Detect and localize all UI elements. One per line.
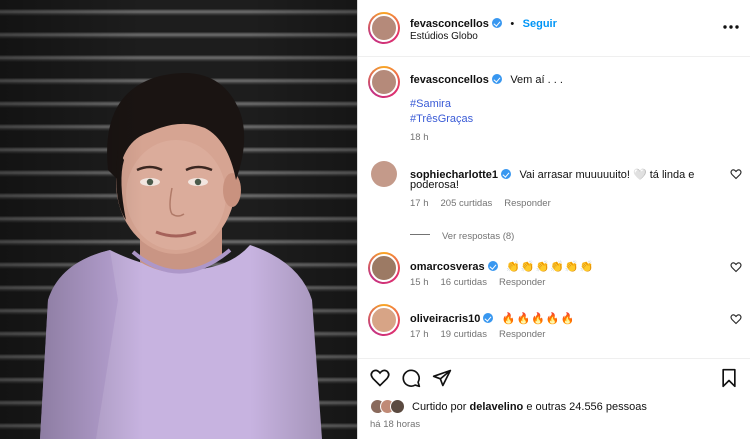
caption-text: Vem aí . . .	[510, 74, 563, 86]
commenter-avatar[interactable]	[368, 252, 400, 284]
comment-like-heart-icon[interactable]	[730, 168, 742, 180]
comment-username[interactable]: omarcosveras	[410, 261, 485, 273]
heart-icon[interactable]	[370, 368, 390, 388]
verified-icon	[483, 313, 494, 323]
comment-meta: 17 h 19 curtidas Responder	[410, 329, 557, 340]
reply-button[interactable]: Responder	[499, 329, 545, 340]
hashtag-link[interactable]: #Samira	[410, 98, 451, 110]
author-username[interactable]: fevasconcellos	[410, 18, 489, 30]
post-side-panel: fevasconcellos • Seguir Estúdios Globo f…	[357, 0, 750, 439]
caption-username[interactable]: fevasconcellos	[410, 74, 489, 86]
comment-text: Vai arrasar muuuuuito! 🤍 tá linda e	[519, 169, 695, 181]
comment-text: 👏👏👏👏👏👏	[506, 261, 595, 273]
verified-icon	[491, 18, 502, 28]
likes-summary: Curtido por delavelino e outras 24.556 p…	[412, 401, 647, 413]
commenter-avatar[interactable]	[368, 304, 400, 336]
likes-prefix: Curtido por	[412, 401, 467, 413]
commenter-avatar[interactable]	[371, 161, 397, 187]
separator-dot: •	[510, 18, 515, 30]
comment-meta: 15 h 16 curtidas Responder	[410, 277, 557, 288]
verified-icon	[491, 74, 502, 84]
comment-text-continued: poderosa!	[410, 179, 459, 191]
caption: fevasconcellos Vem aí . . .	[410, 70, 563, 88]
reply-button[interactable]: Responder	[504, 198, 550, 209]
comment-item: oliveiracris10 🔥🔥🔥🔥🔥	[410, 309, 575, 327]
comment-like-heart-icon[interactable]	[730, 313, 742, 325]
share-icon[interactable]	[432, 368, 452, 388]
likes-user[interactable]: delavelino	[469, 401, 523, 413]
view-replies-label: Ver respostas (8)	[442, 231, 515, 242]
likes-suffix[interactable]: e outras 24.556 pessoas	[526, 401, 646, 413]
more-horizontal-icon[interactable]	[722, 20, 740, 34]
comment-likes[interactable]: 19 curtidas	[441, 329, 487, 340]
comment-meta: 17 h 205 curtidas Responder	[410, 198, 563, 209]
verified-icon	[487, 261, 498, 271]
comment-icon[interactable]	[401, 368, 421, 388]
bookmark-icon[interactable]	[720, 368, 738, 388]
view-replies-button[interactable]: Ver respostas (8)	[410, 226, 514, 244]
author-avatar[interactable]	[368, 12, 400, 44]
comment-item: omarcosveras 👏👏👏👏👏👏	[410, 257, 594, 275]
caption-author-avatar[interactable]	[368, 66, 400, 98]
post-actions: Curtido por delavelino e outras 24.556 p…	[358, 358, 750, 439]
comment-likes[interactable]: 16 curtidas	[441, 277, 487, 288]
liker-avatar[interactable]	[390, 399, 405, 414]
post-photo[interactable]	[0, 0, 357, 439]
photo-shade	[0, 0, 357, 439]
comment-time[interactable]: 17 h	[410, 198, 429, 209]
caption-time[interactable]: 18 h	[410, 132, 429, 143]
comment-username[interactable]: oliveiracris10	[410, 313, 480, 325]
post-location[interactable]: Estúdios Globo	[410, 31, 478, 42]
comment-time[interactable]: 17 h	[410, 329, 429, 340]
instagram-post-view: fevasconcellos • Seguir Estúdios Globo f…	[0, 0, 750, 439]
hashtag-link[interactable]: #TrêsGraças	[410, 113, 473, 125]
comment-likes[interactable]: 205 curtidas	[441, 198, 493, 209]
follow-button[interactable]: Seguir	[523, 18, 557, 30]
comment-time[interactable]: 15 h	[410, 277, 429, 288]
replies-divider	[410, 234, 430, 236]
comment-text: 🔥🔥🔥🔥🔥	[501, 313, 576, 325]
post-header: fevasconcellos • Seguir Estúdios Globo	[358, 0, 750, 57]
comment-like-heart-icon[interactable]	[730, 261, 742, 273]
post-timestamp[interactable]: há 18 horas	[370, 419, 420, 430]
reply-button[interactable]: Responder	[499, 277, 545, 288]
verified-icon	[501, 169, 512, 179]
